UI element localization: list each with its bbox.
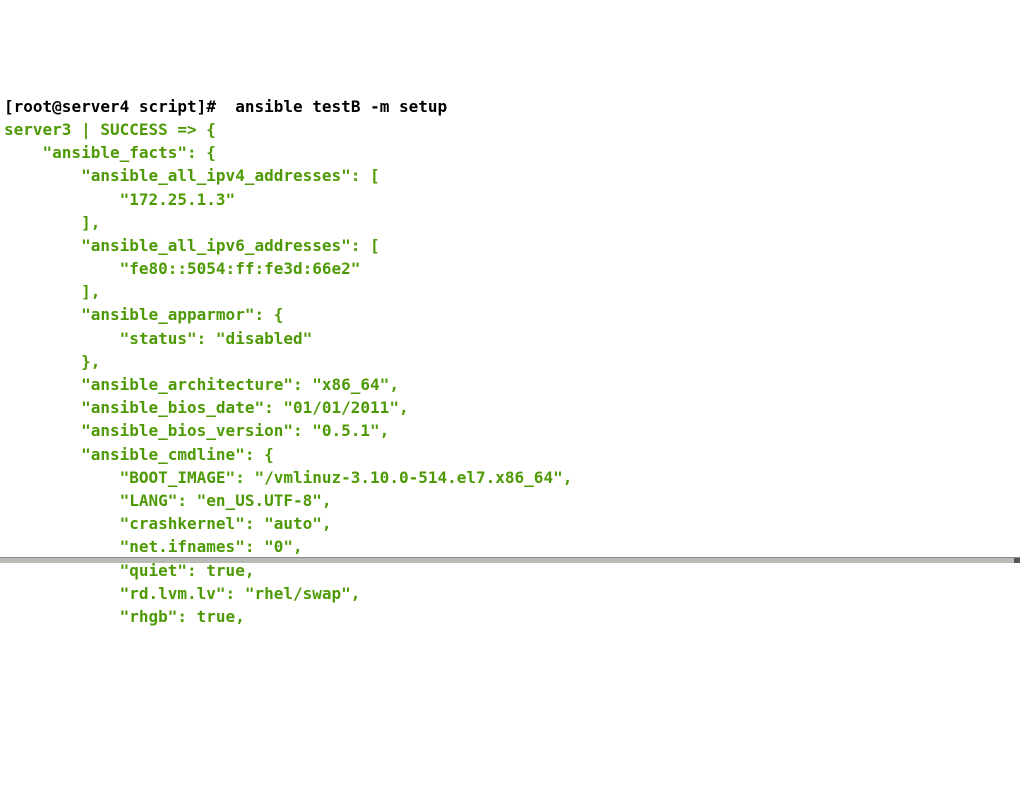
output-line: ], bbox=[4, 213, 110, 232]
prompt-hash: # bbox=[206, 97, 235, 116]
output-line: "ansible_apparmor": { bbox=[4, 305, 283, 324]
terminal-output: [root@server4 script]# ansible testB -m … bbox=[4, 95, 1016, 628]
output-line: "ansible_bios_date": "01/01/2011", bbox=[4, 398, 418, 417]
prompt-path: script bbox=[139, 97, 197, 116]
prompt-open-bracket: [ bbox=[4, 97, 14, 116]
output-line: "quiet": true, bbox=[4, 561, 264, 580]
output-line: "status": "disabled" bbox=[4, 329, 312, 348]
output-line: "ansible_cmdline": { bbox=[4, 445, 274, 464]
prompt-user-host: root@server4 bbox=[14, 97, 130, 116]
output-line: "fe80::5054:ff:fe3d:66e2" bbox=[4, 259, 360, 278]
output-line: "ansible_architecture": "x86_64", bbox=[4, 375, 409, 394]
output-line: "172.25.1.3" bbox=[4, 190, 235, 209]
output-line: "ansible_all_ipv6_addresses": [ bbox=[4, 236, 380, 255]
output-line: server3 | SUCCESS => { bbox=[4, 120, 216, 139]
output-line: "ansible_all_ipv4_addresses": [ bbox=[4, 166, 380, 185]
output-line: ], bbox=[4, 282, 110, 301]
scrollbar-corner bbox=[1014, 558, 1020, 563]
scrollbar-track[interactable] bbox=[0, 557, 1020, 563]
output-line: }, bbox=[4, 352, 110, 371]
output-line: "ansible_facts": { bbox=[4, 143, 216, 162]
output-line: "rhgb": true, bbox=[4, 607, 254, 626]
output-line: "crashkernel": "auto", bbox=[4, 514, 341, 533]
output-line: "LANG": "en_US.UTF-8", bbox=[4, 491, 341, 510]
output-line: "net.ifnames": "0", bbox=[4, 537, 312, 556]
prompt-close-bracket: ] bbox=[197, 97, 207, 116]
output-line: "rd.lvm.lv": "rhel/swap", bbox=[4, 584, 370, 603]
prompt-command: ansible testB -m setup bbox=[235, 97, 447, 116]
prompt-space bbox=[129, 97, 139, 116]
output-line: "ansible_bios_version": "0.5.1", bbox=[4, 421, 399, 440]
output-line: "BOOT_IMAGE": "/vmlinuz-3.10.0-514.el7.x… bbox=[4, 468, 582, 487]
